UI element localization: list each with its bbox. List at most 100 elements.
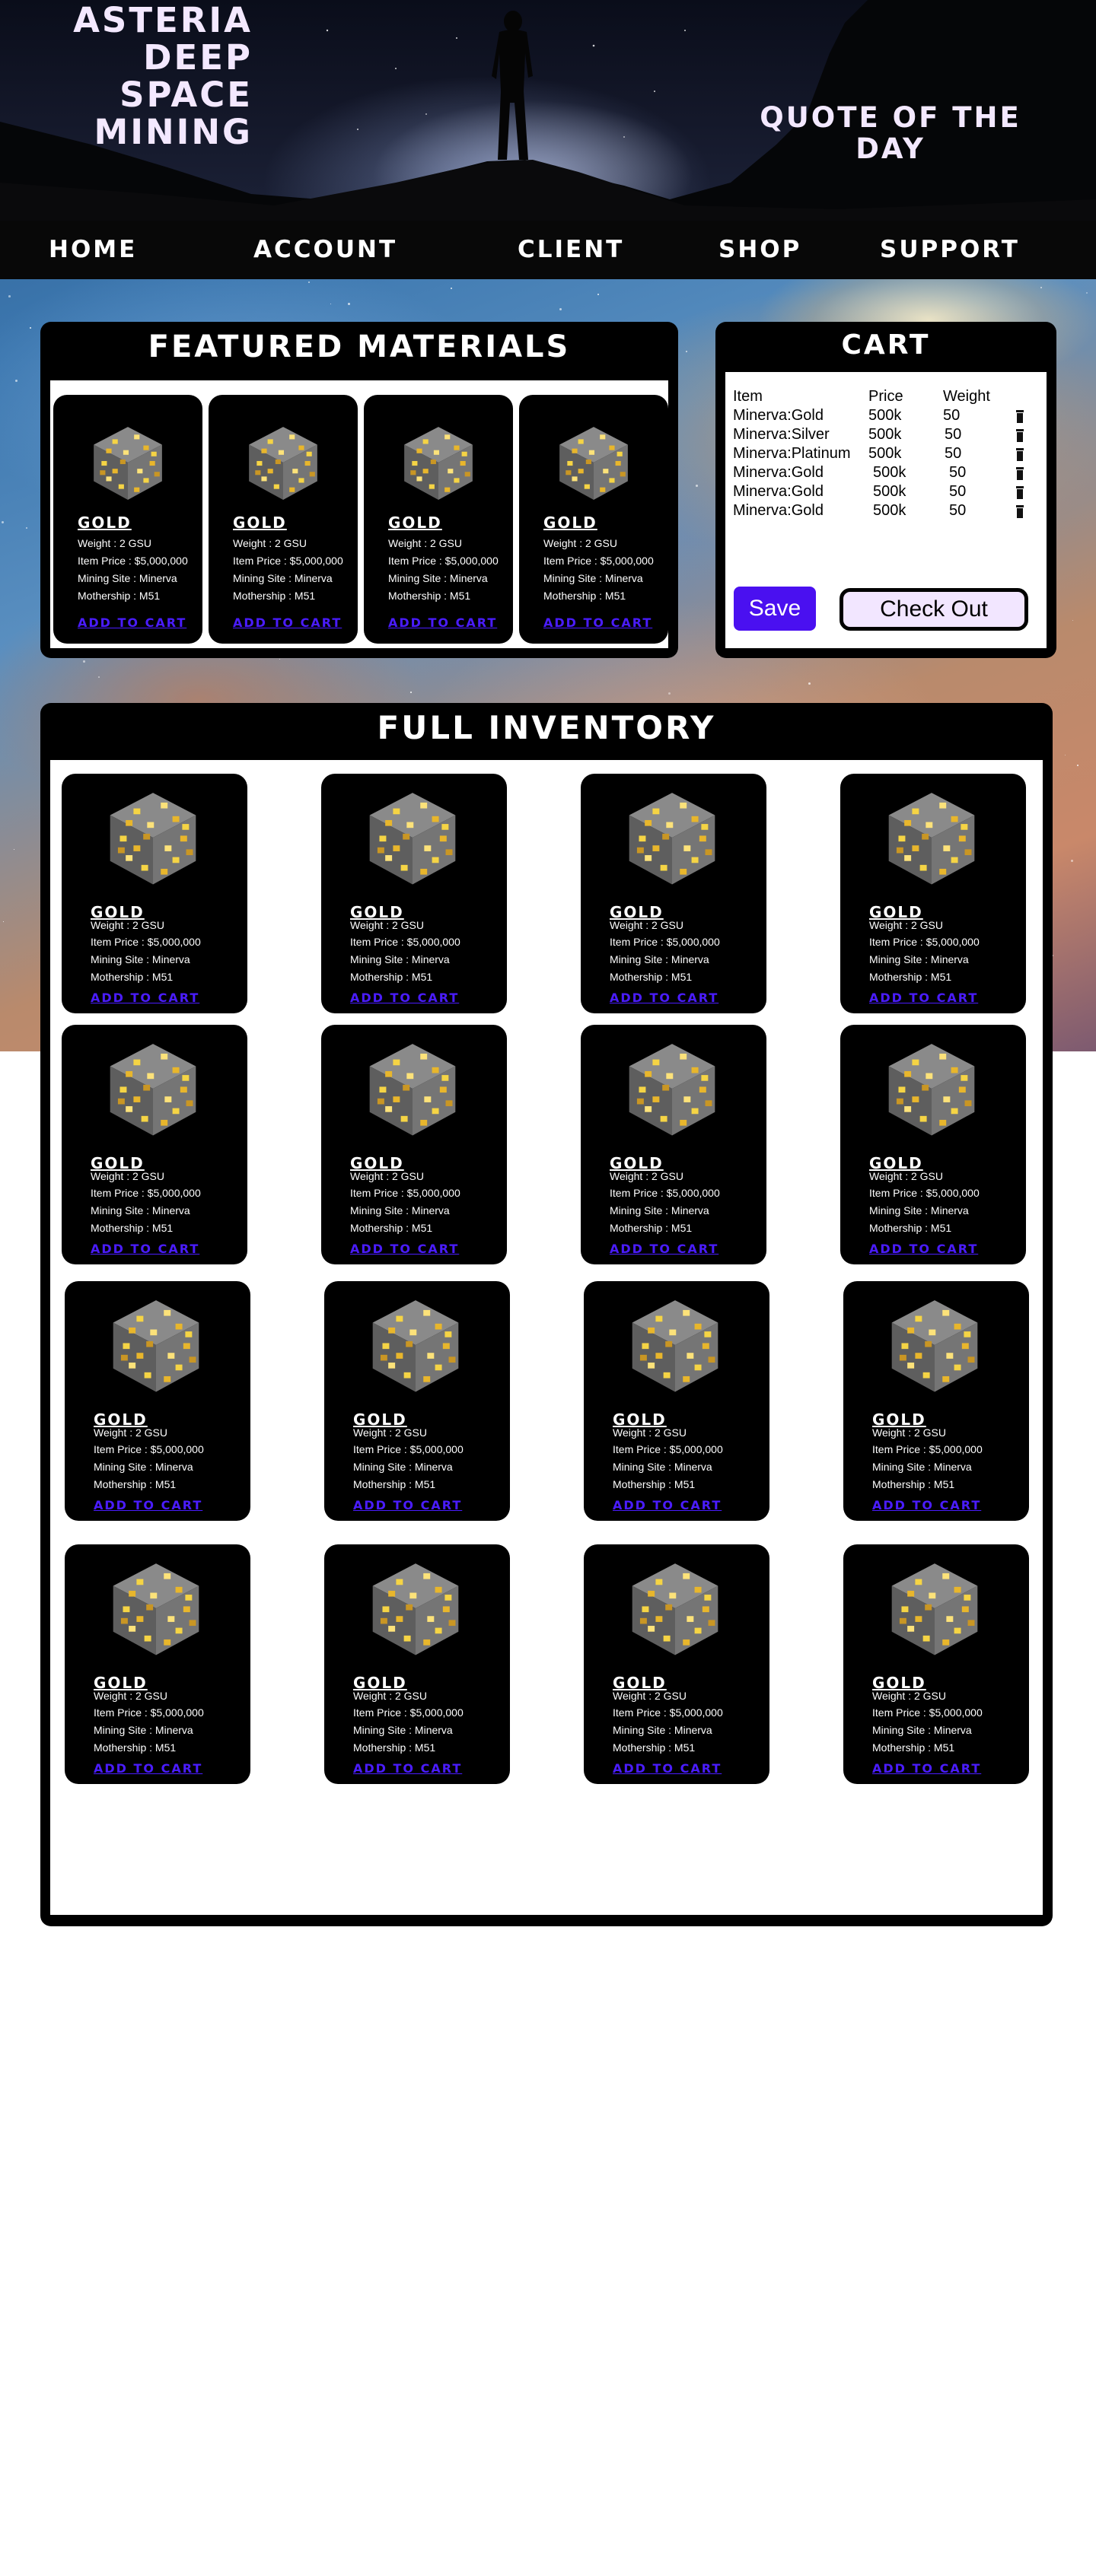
gold-ore-icon: [110, 1044, 196, 1136]
featured-card: GOLD Weight : 2 GSU Item Price : $5,000,00…: [209, 395, 358, 644]
cart-item-weight: 50: [945, 445, 962, 462]
add-to-cart-link[interactable]: ADD TO CART: [869, 991, 978, 1005]
add-to-cart-link[interactable]: ADD TO CART: [543, 615, 652, 630]
checkout-button[interactable]: Check Out: [840, 588, 1028, 631]
star: [26, 527, 28, 530]
item-mining-site: Mining Site : Minerva: [610, 953, 709, 965]
item-mining-site: Mining Site : Minerva: [94, 1724, 193, 1736]
inventory-card: GOLD Weight : 2 GSU Item Price : $5,000,00…: [65, 1281, 250, 1521]
add-to-cart-link[interactable]: ADD TO CART: [233, 615, 342, 630]
item-weight: Weight : 2 GSU: [353, 1426, 428, 1439]
gold-ore-icon: [891, 1300, 978, 1392]
item-mining-site: Mining Site : Minerva: [78, 572, 177, 584]
trash-icon[interactable]: [1016, 485, 1024, 500]
cart-item-name: Minerva:Silver: [733, 426, 830, 443]
trash-icon[interactable]: [1016, 447, 1024, 462]
inventory-card: GOLD Weight : 2 GSU Item Price : $5,000,00…: [581, 774, 766, 1013]
add-to-cart-link[interactable]: ADD TO CART: [353, 1498, 462, 1512]
star: [410, 692, 413, 694]
ore-image: [89, 424, 167, 505]
ore-image: [886, 1560, 983, 1661]
trash-icon[interactable]: [1016, 409, 1024, 424]
inventory-card: GOLD Weight : 2 GSU Item Price : $5,000,00…: [321, 1025, 507, 1264]
quote-line: QUOTE OF THE: [760, 101, 1021, 134]
nav-home[interactable]: HOME: [49, 236, 137, 263]
gold-ore-icon: [632, 1563, 718, 1655]
trash-icon[interactable]: [1016, 466, 1024, 481]
item-mothership: Mothership : M51: [613, 1741, 696, 1754]
item-mining-site: Mining Site : Minerva: [872, 1724, 972, 1736]
add-to-cart-link[interactable]: ADD TO CART: [91, 1242, 199, 1256]
add-to-cart-link[interactable]: ADD TO CART: [872, 1498, 981, 1512]
add-to-cart-link[interactable]: ADD TO CART: [388, 615, 497, 630]
add-to-cart-link[interactable]: ADD TO CART: [610, 1242, 718, 1256]
star: [808, 682, 811, 685]
add-to-cart-link[interactable]: ADD TO CART: [350, 991, 459, 1005]
nav-shop[interactable]: SHOP: [718, 236, 801, 263]
add-to-cart-link[interactable]: ADD TO CART: [78, 615, 186, 630]
nav-account[interactable]: ACCOUNT: [253, 236, 397, 263]
star: [8, 295, 11, 297]
brand-logo-text: ASTERIA DEEP SPACE MINING: [30, 2, 253, 151]
item-price: Item Price : $5,000,000: [350, 1187, 460, 1199]
star: [1077, 765, 1079, 767]
inventory-card: GOLD Weight : 2 GSU Item Price : $5,000,00…: [840, 774, 1026, 1013]
cart-item-name: Minerva:Platinum: [733, 445, 851, 462]
inventory-card: GOLD Weight : 2 GSU Item Price : $5,000,00…: [62, 1025, 247, 1264]
item-price: Item Price : $5,000,000: [78, 555, 188, 567]
cart-item-price: 500k: [873, 483, 906, 500]
star: [2, 521, 5, 524]
gold-ore-icon: [404, 427, 473, 500]
add-to-cart-link[interactable]: ADD TO CART: [350, 1242, 459, 1256]
cart-title: CART: [841, 329, 931, 361]
ore-image: [244, 424, 322, 505]
item-price: Item Price : $5,000,000: [543, 555, 654, 567]
add-to-cart-link[interactable]: ADD TO CART: [353, 1761, 462, 1776]
cart-header-price: Price: [868, 388, 903, 405]
inventory-card: GOLD Weight : 2 GSU Item Price : $5,000,00…: [62, 774, 247, 1013]
astronaut-figure: [492, 11, 533, 160]
cart-table: Item Price Weight Minerva:Gold 500k 50 Mine…: [733, 388, 1037, 525]
cart-item-weight: 50: [949, 464, 967, 481]
inventory-card: GOLD Weight : 2 GSU Item Price : $5,000,00…: [843, 1281, 1029, 1521]
add-to-cart-link[interactable]: ADD TO CART: [610, 991, 718, 1005]
gold-ore-icon: [888, 1044, 975, 1136]
item-mothership: Mothership : M51: [94, 1478, 177, 1490]
gold-ore-icon: [372, 1300, 459, 1392]
star: [668, 692, 671, 695]
add-to-cart-link[interactable]: ADD TO CART: [91, 991, 199, 1005]
gold-ore-icon: [113, 1300, 199, 1392]
gold-ore-icon: [110, 793, 196, 885]
item-mining-site: Mining Site : Minerva: [233, 572, 333, 584]
item-weight: Weight : 2 GSU: [350, 919, 425, 931]
save-button[interactable]: Save: [734, 587, 816, 631]
inventory-card: GOLD Weight : 2 GSU Item Price : $5,000,00…: [584, 1281, 769, 1521]
quote-of-the-day: QUOTE OF THE DAY: [731, 102, 1050, 164]
add-to-cart-link[interactable]: ADD TO CART: [94, 1498, 202, 1512]
add-to-cart-link[interactable]: ADD TO CART: [94, 1761, 202, 1776]
item-mining-site: Mining Site : Minerva: [353, 1461, 453, 1473]
ore-image: [367, 1560, 464, 1661]
nav-support[interactable]: SUPPORT: [880, 236, 1020, 263]
add-to-cart-link[interactable]: ADD TO CART: [872, 1761, 981, 1776]
add-to-cart-link[interactable]: ADD TO CART: [869, 1242, 978, 1256]
inventory-card: GOLD Weight : 2 GSU Item Price : $5,000,00…: [321, 774, 507, 1013]
item-price: Item Price : $5,000,000: [872, 1443, 983, 1455]
item-price: Item Price : $5,000,000: [94, 1706, 204, 1719]
star: [686, 351, 687, 352]
ore-image: [623, 1040, 721, 1141]
cart-item-price: 500k: [868, 426, 902, 443]
trash-icon[interactable]: [1016, 428, 1024, 443]
star: [451, 288, 453, 290]
brand-line: ASTERIA: [73, 0, 253, 40]
item-weight: Weight : 2 GSU: [94, 1426, 168, 1439]
item-price: Item Price : $5,000,000: [91, 936, 201, 948]
add-to-cart-link[interactable]: ADD TO CART: [613, 1498, 722, 1512]
add-to-cart-link[interactable]: ADD TO CART: [613, 1761, 722, 1776]
item-mining-site: Mining Site : Minerva: [869, 1204, 969, 1216]
trash-icon[interactable]: [1016, 504, 1024, 519]
main-nav: HOME ACCOUNT CLIENT SHOP SUPPORT: [0, 221, 1096, 279]
nav-client[interactable]: CLIENT: [518, 236, 624, 263]
item-price: Item Price : $5,000,000: [869, 1187, 980, 1199]
gold-ore-icon: [249, 427, 317, 500]
